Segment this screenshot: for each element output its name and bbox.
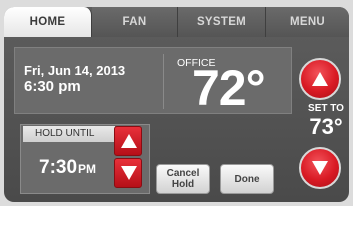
cancel-hold-line2: Hold [171,179,195,190]
triangle-down-icon [312,161,328,175]
status-panel: Fri, Jun 14, 2013 6:30 pm OFFICE 72° [14,47,292,114]
hold-time-value: 7:30 [39,157,78,178]
cancel-hold-label: Cancel Hold [167,168,200,190]
cancel-hold-line1: Cancel [166,168,200,179]
tab-home[interactable]: HOME [4,7,92,37]
hold-until-label: HOLD UNTIL [23,126,115,142]
hold-until-time: 7:30PM [39,157,96,179]
tab-fan-label: FAN [122,16,147,28]
tab-system[interactable]: SYSTEM [178,7,266,37]
triangle-up-icon [121,134,137,148]
done-button[interactable]: Done [220,164,274,194]
setpoint-down-button[interactable] [299,147,341,189]
setpoint-up-button[interactable] [299,58,341,100]
current-date: Fri, Jun 14, 2013 [24,63,126,78]
cancel-hold-button[interactable]: Cancel Hold [156,164,210,194]
current-time: 6:30 pm [24,78,81,95]
tab-system-label: SYSTEM [196,16,247,28]
tab-menu-label: MENU [289,16,326,28]
thermostat-screen: HOME FAN SYSTEM MENU Fri, Jun 14, 2013 6… [0,0,353,206]
hold-time-period: PM [78,162,97,176]
setpoint-label: SET TO [308,103,344,114]
tab-fan[interactable]: FAN [92,7,178,37]
thermostat-panel: HOME FAN SYSTEM MENU Fri, Jun 14, 2013 6… [4,7,349,202]
setpoint-temperature: 73° [309,114,343,139]
tab-home-label: HOME [29,16,66,28]
hold-time-up-button[interactable] [114,126,142,156]
triangle-down-icon [121,166,137,180]
hold-time-down-button[interactable] [114,158,142,188]
done-label: Done [234,173,260,185]
status-divider [163,54,164,109]
current-temperature: 72° [192,60,266,116]
triangle-up-icon [312,72,328,86]
tab-menu[interactable]: MENU [266,7,349,37]
